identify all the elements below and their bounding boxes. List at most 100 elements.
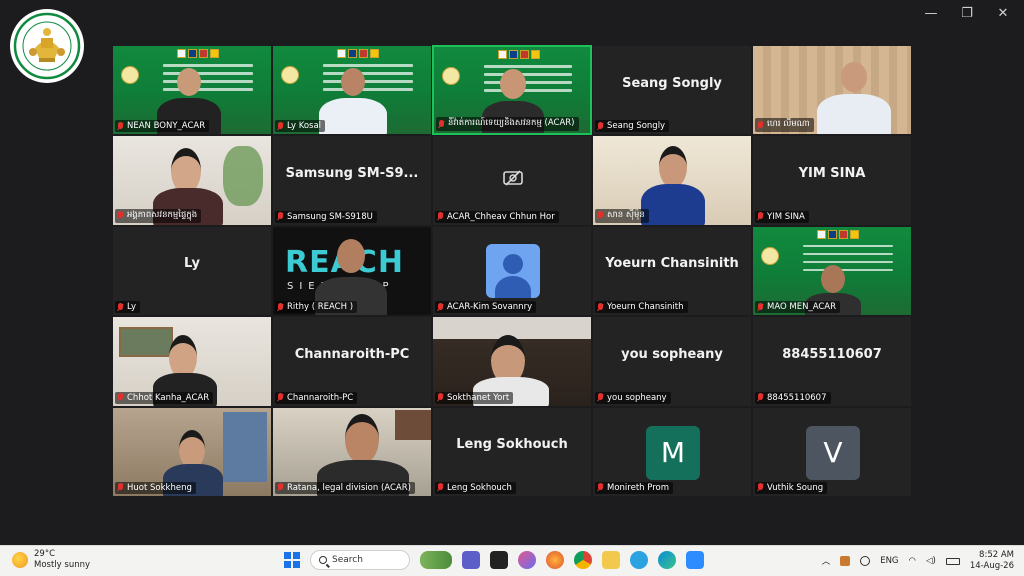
muted-mic-icon bbox=[277, 483, 284, 492]
sun-icon bbox=[12, 552, 28, 568]
firefox-icon[interactable] bbox=[546, 551, 564, 569]
muted-mic-icon bbox=[438, 119, 445, 129]
participant-name-tag: MAO MEN_ACAR bbox=[755, 301, 841, 314]
participant-tile[interactable]: Leng Sokhouch Leng Sokhouch bbox=[432, 406, 592, 497]
window-controls: — ❐ ✕ bbox=[924, 6, 1010, 21]
participant-tile[interactable]: Sokthanet Yort bbox=[432, 316, 592, 407]
muted-mic-icon bbox=[277, 393, 284, 402]
taskbar-apps: Search bbox=[284, 550, 704, 570]
muted-mic-icon bbox=[597, 393, 604, 402]
sticky-notes-icon[interactable] bbox=[490, 551, 508, 569]
participant-tile[interactable]: សាន ស៊ីម៉ុន bbox=[592, 135, 752, 226]
participant-tile[interactable]: Ly Ly bbox=[112, 225, 272, 317]
participant-tile[interactable]: Huot Sokkheng bbox=[112, 406, 272, 497]
participant-tile[interactable]: Seang Songly Seang Songly bbox=[592, 45, 752, 136]
participant-name-tag: Sokthanet Yort bbox=[435, 391, 514, 404]
camera-off-icon bbox=[503, 170, 523, 186]
participant-name-tag: សាន ស៊ីម៉ុន bbox=[595, 208, 649, 223]
participant-name-tag: ACAR_Chheav Chhun Hor bbox=[435, 210, 559, 223]
letter-avatar: V bbox=[806, 425, 860, 480]
copilot-icon[interactable] bbox=[518, 551, 536, 569]
participant-tile[interactable]: ACAR_Chheav Chhun Hor bbox=[432, 135, 592, 226]
battery-icon[interactable] bbox=[945, 557, 960, 565]
zoom-icon[interactable] bbox=[686, 551, 704, 569]
participant-name-tag: Leng Sokhouch bbox=[435, 481, 516, 494]
chrome-icon[interactable] bbox=[574, 551, 592, 569]
taskbar: 29°C Mostly sunny Search ︿ ENG ◠ ◁) 8:52… bbox=[0, 545, 1024, 576]
participant-display-name: YIM SINA bbox=[798, 166, 866, 182]
participant-tile[interactable]: Ly Kosal bbox=[272, 45, 432, 136]
participant-tile[interactable]: ACAR-Kim Sovannry bbox=[432, 225, 592, 317]
participant-display-name: Leng Sokhouch bbox=[456, 437, 568, 453]
weather-widget[interactable]: 29°C Mostly sunny bbox=[12, 549, 90, 571]
volume-icon[interactable]: ◁) bbox=[926, 556, 936, 566]
tray-sync-icon[interactable] bbox=[860, 556, 871, 566]
muted-mic-icon bbox=[277, 212, 284, 221]
minimize-button[interactable]: — bbox=[924, 6, 938, 21]
muted-mic-icon bbox=[597, 121, 604, 131]
restore-button[interactable]: ❐ bbox=[960, 6, 974, 21]
participant-name-tag: Seang Songly bbox=[595, 120, 670, 133]
participant-tile[interactable]: ហេរ លីមណា bbox=[752, 45, 912, 136]
participant-name-tag: Channaroith-PC bbox=[275, 391, 358, 404]
muted-mic-icon bbox=[437, 302, 444, 312]
participant-name-tag: Vuthik Soung bbox=[755, 481, 828, 494]
muted-mic-icon bbox=[597, 302, 604, 312]
close-button[interactable]: ✕ bbox=[996, 6, 1010, 21]
participant-tile[interactable]: NEAN BONY_ACAR bbox=[112, 45, 272, 136]
muted-mic-icon bbox=[117, 483, 124, 492]
participant-name-tag: NEAN BONY_ACAR bbox=[115, 120, 210, 133]
muted-mic-icon bbox=[757, 120, 764, 130]
participant-tile[interactable]: 88455110607 88455110607 bbox=[752, 316, 912, 407]
participant-tile-active-speaker[interactable]: នីវ៉ាត់ការណ៍ទេយ្យនិងសវនកម្ម (ACAR) bbox=[432, 45, 592, 136]
muted-mic-icon bbox=[757, 393, 764, 402]
participant-tile[interactable]: Samsung SM-S9... Samsung SM-S918U bbox=[272, 135, 432, 226]
clock-date: 14-Aug-26 bbox=[969, 561, 1014, 571]
participant-tile[interactable]: Chhot Kanha_ACAR bbox=[112, 316, 272, 407]
participant-tile[interactable]: V Vuthik Soung bbox=[752, 406, 912, 497]
participant-name-tag: Ratana, legal division (ACAR) bbox=[275, 481, 415, 494]
participant-name-tag: ACAR-Kim Sovannry bbox=[435, 301, 537, 314]
weather-condition: Mostly sunny bbox=[34, 560, 91, 570]
teams-icon[interactable] bbox=[462, 551, 480, 569]
telegram-icon[interactable] bbox=[630, 551, 648, 569]
participant-display-name: Yoeurn Chansinith bbox=[605, 256, 739, 272]
participant-tile[interactable]: you sopheany you sopheany bbox=[592, 316, 752, 407]
participant-tile[interactable]: REACH SIEM REAP Rithy ( REACH ) bbox=[272, 225, 432, 317]
participant-grid: NEAN BONY_ACAR Ly Kosal នីវ៉ាត់ការណ៍ទេយ្… bbox=[112, 45, 912, 497]
participant-display-name: Seang Songly bbox=[622, 75, 722, 91]
chevron-up-icon[interactable]: ︿ bbox=[822, 555, 831, 567]
letter-avatar: M bbox=[646, 425, 700, 480]
participant-tile[interactable]: M Monireth Prom bbox=[592, 406, 752, 497]
participant-name-tag: ហេរ លីមណា bbox=[755, 118, 814, 133]
participant-tile[interactable]: អង្គភាពសវនកម្មផ្ទៃក្នុង bbox=[112, 135, 272, 226]
participant-name-tag: អង្គភាពសវនកម្មផ្ទៃក្នុង bbox=[115, 208, 202, 223]
participant-tile[interactable]: YIM SINA YIM SINA bbox=[752, 135, 912, 226]
muted-mic-icon bbox=[117, 211, 124, 220]
system-tray: ︿ ENG ◠ ◁) 8:52 AM 14-Aug-26 bbox=[822, 550, 1014, 572]
clock-time: 8:52 AM bbox=[979, 550, 1014, 560]
muted-mic-icon bbox=[437, 483, 444, 492]
taskbar-search-box[interactable]: Search bbox=[310, 550, 410, 570]
windows-start-icon[interactable] bbox=[284, 552, 300, 568]
muted-mic-icon bbox=[757, 302, 764, 312]
muted-mic-icon bbox=[437, 212, 444, 221]
participant-tile[interactable]: Channaroith-PC Channaroith-PC bbox=[272, 316, 432, 407]
weather-temperature: 29°C bbox=[34, 549, 56, 559]
input-language[interactable]: ENG bbox=[880, 556, 898, 566]
participant-name-tag: Huot Sokkheng bbox=[115, 481, 196, 494]
participant-tile[interactable]: Ratana, legal division (ACAR) bbox=[272, 406, 432, 497]
muted-mic-icon bbox=[437, 393, 444, 402]
muted-mic-icon bbox=[117, 302, 124, 312]
wifi-icon[interactable]: ◠ bbox=[909, 556, 916, 566]
tray-app-icon[interactable] bbox=[840, 556, 851, 566]
news-widget-icon[interactable] bbox=[420, 551, 452, 569]
clock[interactable]: 8:52 AM 14-Aug-26 bbox=[970, 550, 1014, 572]
participant-tile[interactable]: Yoeurn Chansinith Yoeurn Chansinith bbox=[592, 225, 752, 317]
file-explorer-icon[interactable] bbox=[602, 551, 620, 569]
muted-mic-icon bbox=[757, 483, 764, 492]
muted-mic-icon bbox=[117, 393, 124, 402]
participant-name-tag: Samsung SM-S918U bbox=[275, 210, 377, 223]
edge-icon[interactable] bbox=[658, 551, 676, 569]
participant-tile[interactable]: MAO MEN_ACAR bbox=[752, 225, 912, 317]
